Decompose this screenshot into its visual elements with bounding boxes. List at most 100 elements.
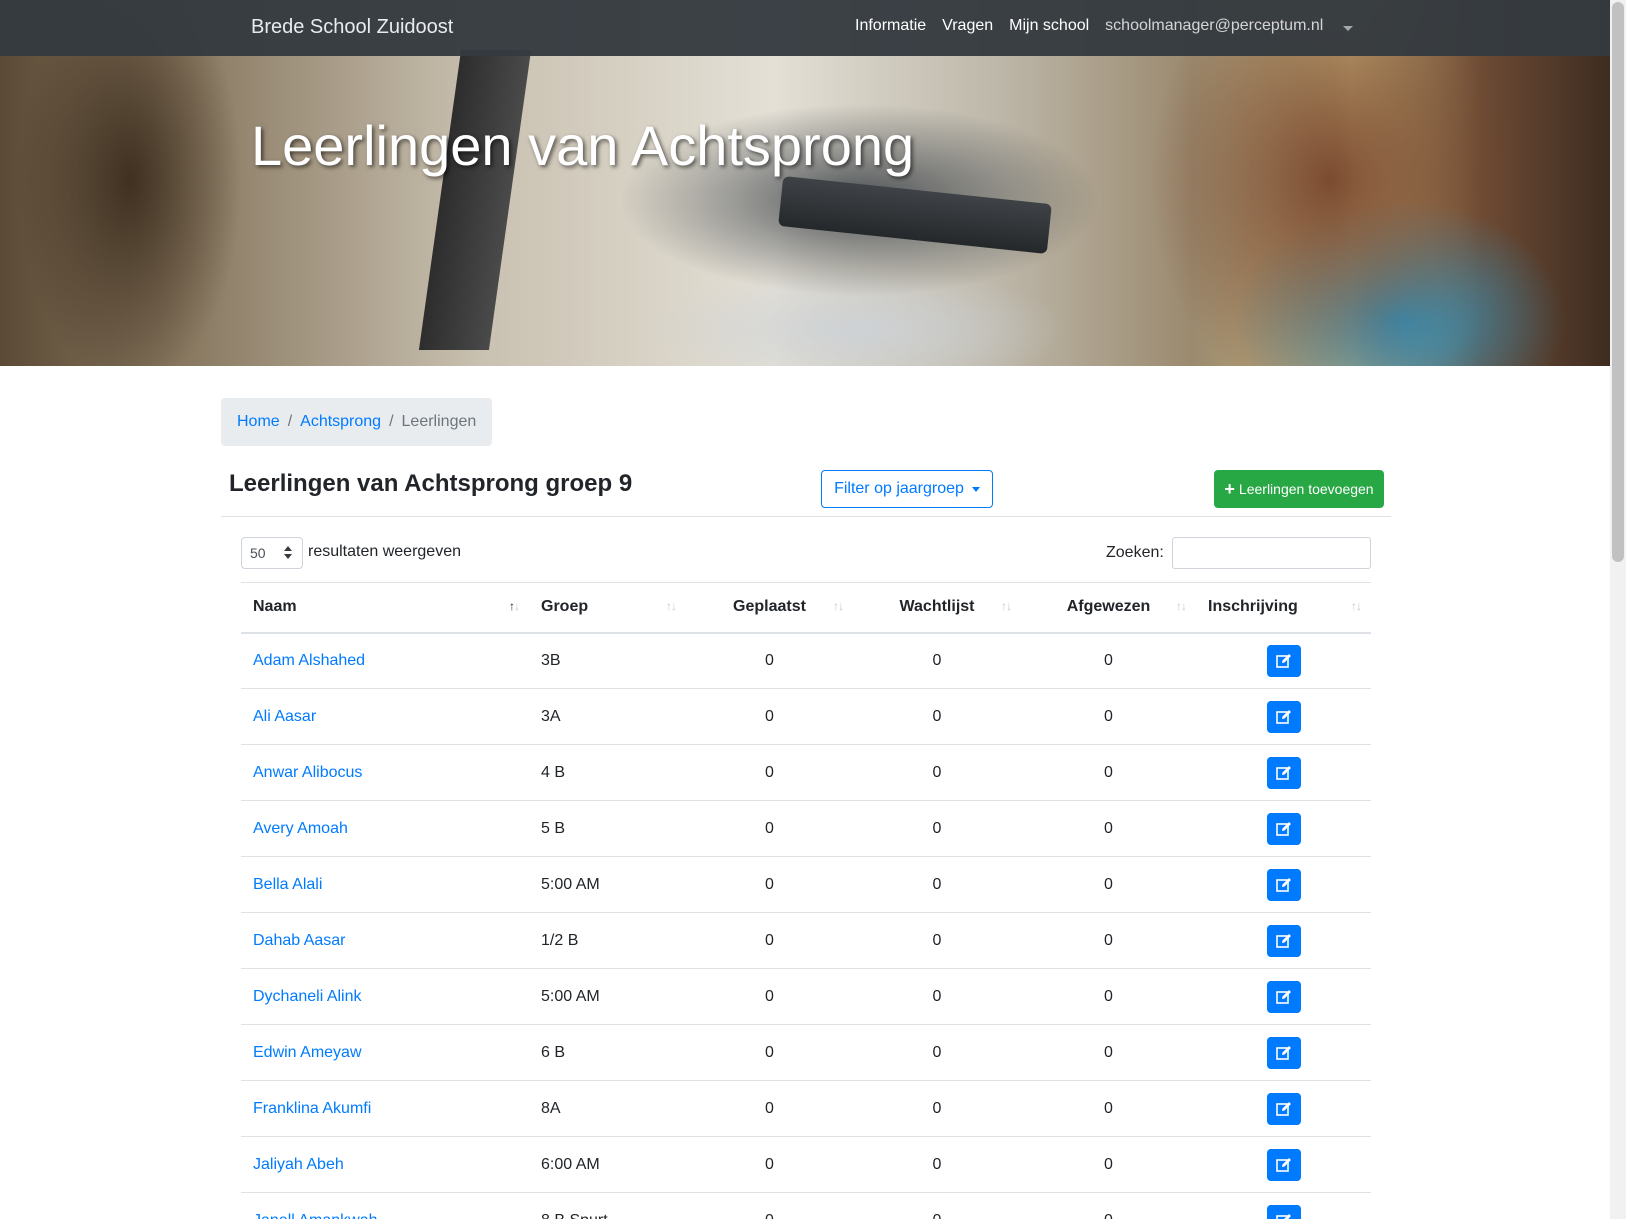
table-row: Anwar Alibocus 4 B000	[241, 744, 1371, 801]
add-students-label: Leerlingen toevoegen	[1238, 481, 1374, 497]
cell-geplaatst: 0	[686, 1192, 853, 1219]
cell-wachtlijst: 0	[853, 1136, 1021, 1193]
edit-inschrijving-button[interactable]	[1266, 980, 1301, 1013]
edit-icon	[1275, 765, 1291, 780]
column-header-afgewezen[interactable]: Afgewezen ↑↓	[1021, 582, 1196, 634]
cell-wachtlijst: 0	[853, 1192, 1021, 1219]
breadcrumb-school[interactable]: Achtsprong	[300, 413, 381, 431]
cell-groep: 6:00 AM	[529, 1136, 686, 1193]
cell-naam: Janell Amankwah	[241, 1192, 529, 1219]
edit-inschrijving-button[interactable]	[1266, 1148, 1301, 1181]
cell-afgewezen: 0	[1021, 1136, 1196, 1193]
column-header-geplaatst[interactable]: Geplaatst ↑↓	[686, 582, 853, 634]
cell-geplaatst: 0	[686, 1136, 853, 1193]
cell-inschrijving	[1196, 856, 1371, 913]
cell-wachtlijst: 0	[853, 968, 1021, 1025]
nav-link-informatie[interactable]: Informatie	[855, 17, 926, 35]
edit-icon	[1275, 877, 1291, 892]
column-header-groep[interactable]: Groep ↑↓	[529, 582, 686, 634]
search-label: Zoeken:	[1106, 544, 1164, 561]
cell-wachtlijst: 0	[853, 912, 1021, 969]
search-input[interactable]	[1172, 537, 1371, 569]
cell-naam: Jaliyah Abeh	[241, 1136, 529, 1193]
table-row: Dahab Aasar 1/2 B000	[241, 912, 1371, 969]
breadcrumb-separator: /	[287, 413, 293, 430]
cell-naam: Adam Alshahed	[241, 632, 529, 689]
student-name-link[interactable]: Edwin Ameyaw	[253, 1044, 362, 1061]
page-scrollbar[interactable]	[1610, 0, 1626, 1219]
table-body: Adam Alshahed 3B 0 0 0 Ali Aasar 3A 0 0 0 Anwar Al…	[241, 632, 1371, 1219]
student-name-link[interactable]: Anwar Alibocus	[253, 764, 362, 781]
cell-wachtlijst: 0	[853, 1024, 1021, 1081]
student-name-link[interactable]: Janell Amankwah	[253, 1212, 378, 1219]
sort-icon: ↑↓	[1176, 599, 1187, 613]
student-name-link[interactable]: Bella Alali	[253, 876, 322, 893]
breadcrumb-separator: /	[389, 413, 394, 430]
student-name-link[interactable]: Adam Alshahed	[253, 652, 365, 669]
cell-groep: 3B	[529, 632, 686, 689]
sort-icon: ↑↓	[509, 599, 520, 613]
table-row: Dychaneli Alink 5:00 AM 0 0 0	[241, 968, 1371, 1025]
cell-naam: Dychaneli Alink	[241, 968, 529, 1025]
add-students-button[interactable]: + Leerlingen toevoegen	[1214, 470, 1384, 508]
student-name-link[interactable]: Avery Amoah	[253, 820, 348, 837]
column-header-naam[interactable]: Naam ↑↓	[241, 582, 529, 634]
cell-groep: 5:00 AM	[529, 968, 686, 1025]
cell-afgewezen: 0	[1021, 800, 1196, 857]
section-title: Leerlingen van Achtsprong groep 9	[229, 470, 633, 497]
cell-wachtlijst: 0	[853, 800, 1021, 857]
nav-link-mijn-school[interactable]: Mijn school	[1009, 17, 1089, 35]
column-header-inschrijving[interactable]: Inschrijving ↑↓	[1196, 582, 1371, 634]
page-length-label: resultaten weergeven	[308, 543, 461, 560]
cell-inschrijving	[1196, 800, 1371, 857]
cell-inschrijving	[1196, 1024, 1371, 1081]
filter-jaargroep-button[interactable]: Filter op jaargroep	[821, 470, 993, 508]
cell-wachtlijst: 0	[853, 744, 1021, 801]
scrollbar-thumb[interactable]	[1612, 2, 1624, 562]
nav-link-vragen[interactable]: Vragen	[942, 17, 993, 35]
edit-inschrijving-button[interactable]	[1266, 756, 1301, 789]
edit-inschrijving-button[interactable]	[1266, 1092, 1301, 1125]
cell-inschrijving	[1196, 1192, 1371, 1219]
cell-inschrijving	[1196, 1136, 1371, 1193]
edit-inschrijving-button[interactable]	[1266, 868, 1301, 901]
top-navbar: Brede School Zuidoost Informatie Vragen …	[0, 0, 1610, 56]
cell-naam: Avery Amoah	[241, 800, 529, 857]
edit-inschrijving-button[interactable]	[1266, 924, 1301, 957]
cell-groep: 5 B	[529, 800, 686, 857]
cell-naam: Bella Alali	[241, 856, 529, 913]
edit-inschrijving-button[interactable]	[1266, 644, 1301, 677]
edit-icon	[1275, 709, 1291, 724]
student-name-link[interactable]: Dahab Aasar	[253, 932, 346, 949]
cell-naam: Dahab Aasar	[241, 912, 529, 969]
table-row: Edwin Ameyaw 6 B000	[241, 1024, 1371, 1081]
student-name-link[interactable]: Jaliyah Abeh	[253, 1156, 344, 1173]
nav-user-menu[interactable]: schoolmanager@perceptum.nl	[1105, 17, 1323, 35]
cell-geplaatst: 0	[686, 800, 853, 857]
page-length-value: 50	[250, 545, 266, 561]
cell-naam: Ali Aasar	[241, 688, 529, 745]
edit-inschrijving-button[interactable]	[1266, 1036, 1301, 1069]
student-name-link[interactable]: Ali Aasar	[253, 708, 316, 725]
table-row: Bella Alali 5:00 AM 0 0 0	[241, 856, 1371, 913]
navbar-brand[interactable]: Brede School Zuidoost	[251, 16, 453, 39]
edit-icon	[1275, 1101, 1291, 1116]
hero-photo-keyboard	[778, 176, 1052, 254]
cell-groep: 4 B	[529, 744, 686, 801]
edit-inschrijving-button[interactable]	[1266, 700, 1301, 733]
edit-inschrijving-button[interactable]	[1266, 812, 1301, 845]
column-header-wachtlijst[interactable]: Wachtlijst ↑↓	[853, 582, 1021, 634]
breadcrumb-current: Leerlingen	[401, 413, 477, 430]
sort-icon: ↑↓	[1351, 599, 1362, 613]
edit-icon	[1275, 821, 1291, 836]
chevron-down-icon	[971, 486, 980, 492]
cell-wachtlijst: 0	[853, 1080, 1021, 1137]
user-dropdown-caret-icon[interactable]	[1343, 26, 1353, 31]
cell-geplaatst: 0	[686, 632, 853, 689]
breadcrumb-home[interactable]: Home	[237, 413, 280, 431]
student-name-link[interactable]: Franklina Akumfi	[253, 1100, 371, 1117]
edit-inschrijving-button[interactable]	[1266, 1204, 1301, 1219]
page-length-select[interactable]: 50	[241, 537, 303, 569]
edit-icon	[1275, 933, 1291, 948]
student-name-link[interactable]: Dychaneli Alink	[253, 988, 362, 1005]
